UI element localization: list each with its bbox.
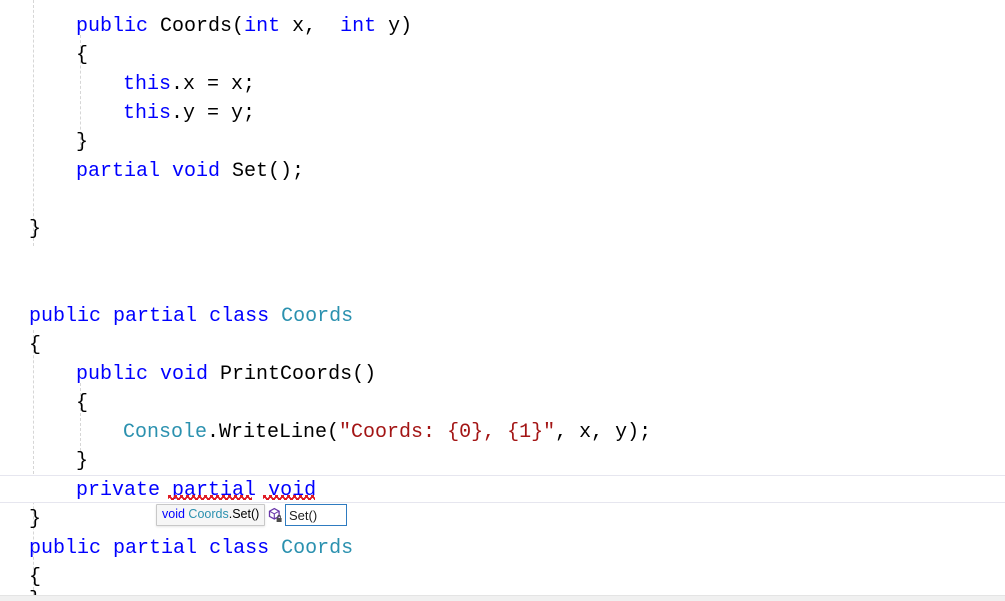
code-line-18[interactable]: public partial class Coords [29, 534, 353, 563]
token-kw: void [172, 160, 221, 183]
token-plain: ( [232, 15, 245, 38]
code-line-12[interactable]: public void PrintCoords() [76, 360, 376, 389]
token-plain: } [29, 508, 42, 531]
token-plain: Coords [160, 15, 233, 38]
token-kw: class [209, 305, 270, 328]
token-plain: .x = x; [171, 73, 256, 96]
token-kw: partial [172, 479, 257, 502]
quick-info-tooltip: void Coords.Set() [156, 504, 266, 526]
code-editor-surface[interactable]: public Coords(int x, int y){this.x = x; t… [0, 0, 1005, 601]
tooltip-token-type: Coords [188, 507, 229, 521]
token-type: Coords [281, 537, 354, 560]
rename-input[interactable] [285, 504, 347, 526]
token-kw: int [340, 15, 377, 38]
inline-rename-adornment[interactable] [267, 504, 347, 526]
token-plain: Set(); [220, 160, 305, 183]
private-method-icon [267, 507, 283, 523]
code-line-13[interactable]: { [76, 389, 88, 418]
token-plain: .WriteLine( [207, 421, 340, 444]
code-line-14[interactable]: Console.WriteLine("Coords: {0}, {1}", x,… [123, 418, 651, 447]
indent-guide-0 [33, 0, 34, 246]
token-plain: .y = y; [171, 102, 256, 125]
token-plain: , x, y); [555, 421, 652, 444]
token-kw: void [268, 479, 317, 502]
code-line-15[interactable]: } [76, 447, 88, 476]
code-line-2[interactable]: this.x = x; [123, 70, 255, 99]
token-kw: public [76, 15, 149, 38]
token-plain: { [29, 334, 42, 357]
token-plain: { [76, 44, 89, 67]
token-type: Coords [281, 305, 354, 328]
code-line-7[interactable]: } [29, 215, 41, 244]
token-plain: y) [376, 15, 413, 38]
token-plain: } [76, 450, 89, 473]
token-plain: { [76, 392, 89, 415]
token-kw: public [29, 305, 102, 328]
token-type: Console [123, 421, 208, 444]
token-plain: PrintCoords() [208, 363, 377, 386]
token-kw: this [123, 73, 172, 96]
tooltip-token-kw: void [162, 507, 185, 521]
token-kw: class [209, 537, 270, 560]
code-line-5[interactable]: partial void Set(); [76, 157, 304, 186]
code-line-16[interactable]: private partial void [76, 476, 316, 505]
token-kw: public [76, 363, 149, 386]
token-plain: } [29, 218, 42, 241]
token-kw: public [29, 537, 102, 560]
token-str: "Coords: {0}, {1}" [339, 421, 556, 444]
token-kw: partial [113, 305, 198, 328]
token-kw: partial [76, 160, 161, 183]
tooltip-token-plain: .Set() [228, 507, 260, 521]
token-kw: private [76, 479, 161, 502]
token-kw: partial [113, 537, 198, 560]
code-line-10[interactable]: public partial class Coords [29, 302, 353, 331]
code-line-0[interactable]: public Coords(int x, int y) [76, 12, 412, 41]
token-plain: } [76, 131, 89, 154]
code-line-17[interactable]: } [29, 505, 41, 534]
token-kw: int [244, 15, 281, 38]
code-line-3[interactable]: this.y = y; [123, 99, 255, 128]
token-plain: x, [280, 15, 329, 38]
code-line-11[interactable]: { [29, 331, 41, 360]
token-kw: this [123, 102, 172, 125]
code-line-1[interactable]: { [76, 41, 88, 70]
code-line-4[interactable]: } [76, 128, 88, 157]
token-kw: void [160, 363, 209, 386]
editor-bottom-edge [0, 595, 1005, 601]
